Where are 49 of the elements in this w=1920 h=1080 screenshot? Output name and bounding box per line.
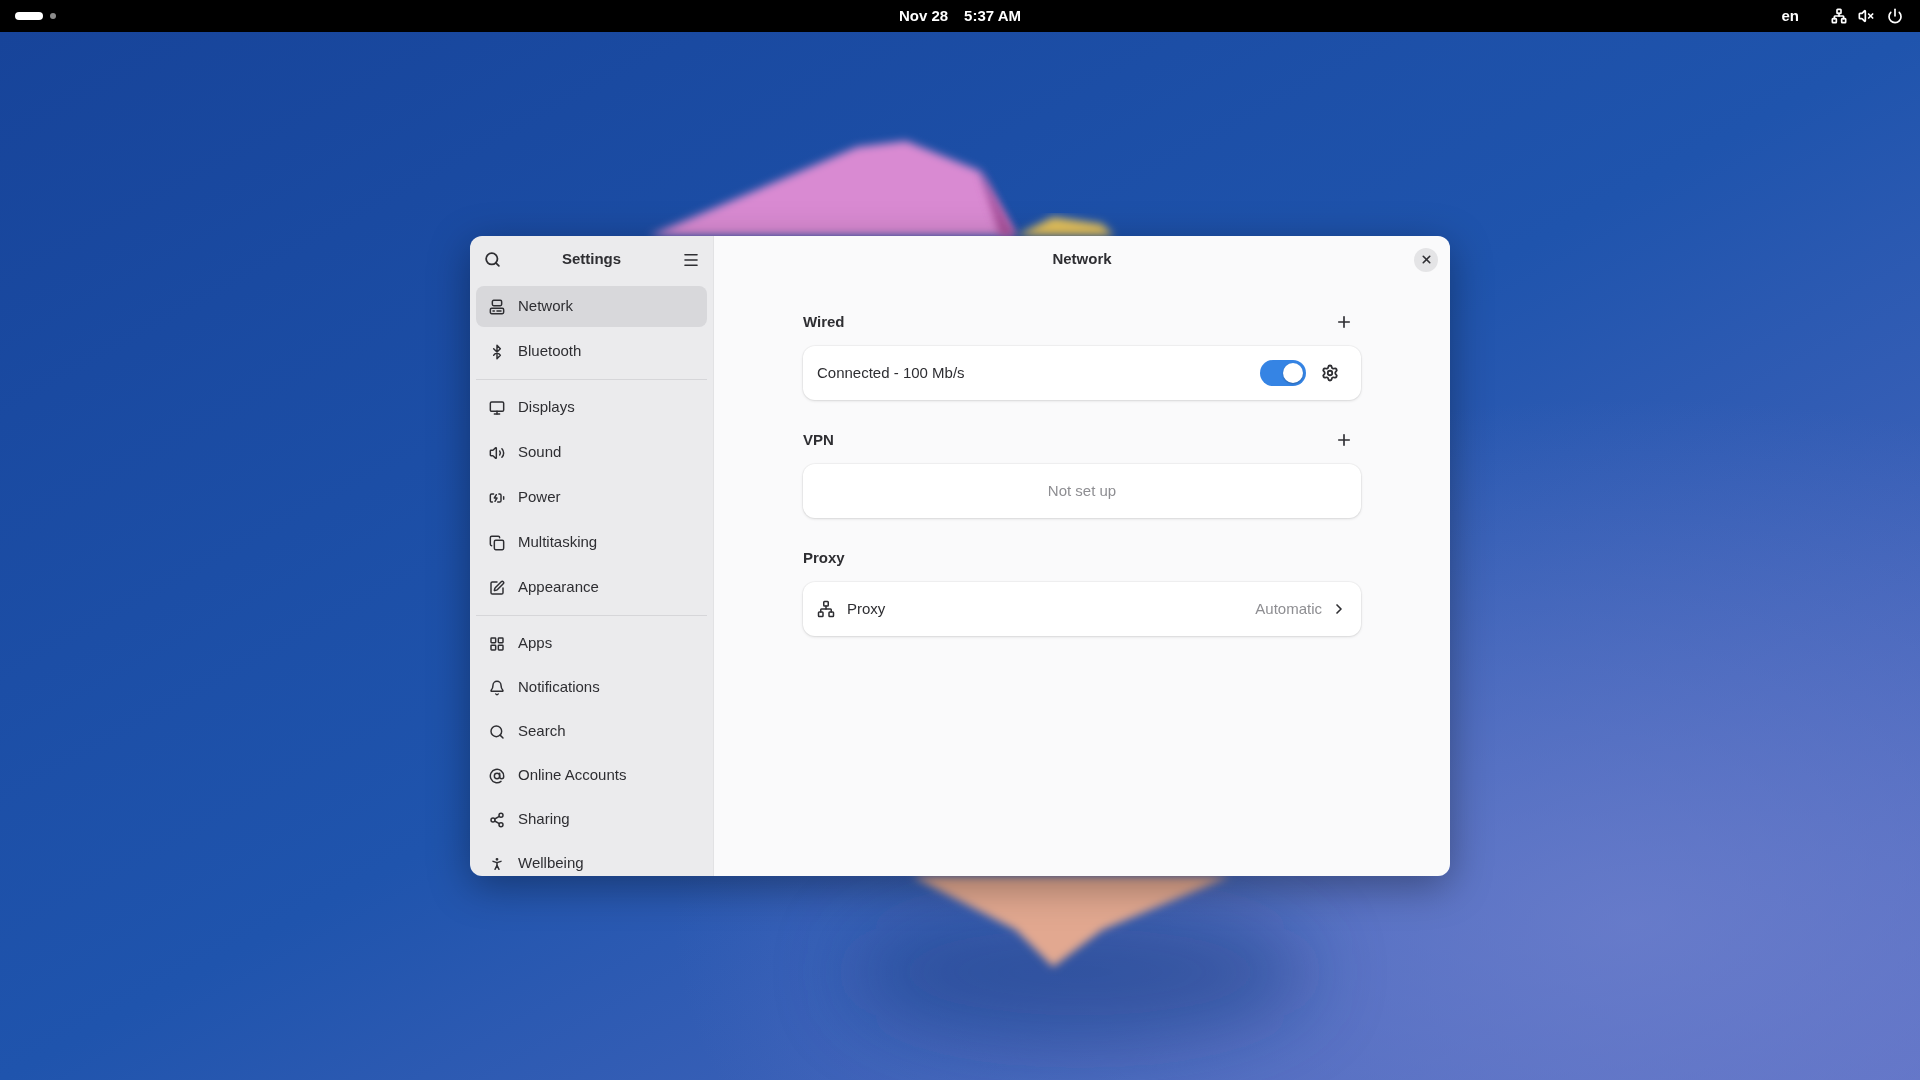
square-pen-icon <box>489 579 505 596</box>
person-icon <box>489 855 505 872</box>
section-heading: Wired <box>803 311 845 332</box>
clock-date[interactable]: Nov 28 <box>898 4 949 28</box>
sidebar-item[interactable]: Appearance <box>476 567 707 608</box>
plus-icon <box>1335 431 1353 449</box>
toggle-switch[interactable] <box>1260 360 1306 386</box>
sidebar-item[interactable]: Sound <box>476 432 707 473</box>
close-button[interactable] <box>1414 247 1438 272</box>
at-sign-icon <box>489 767 505 784</box>
search-icon <box>483 251 501 268</box>
network-icon <box>817 600 835 618</box>
computer-icon <box>489 298 505 315</box>
sidebar-item[interactable]: Wellbeing <box>476 843 707 876</box>
network-icon[interactable] <box>1831 8 1847 24</box>
share-icon <box>489 811 505 828</box>
sidebar-item[interactable]: Apps <box>476 623 707 664</box>
empty-status-text: Not set up <box>1047 480 1117 501</box>
section-heading: VPN <box>803 429 834 450</box>
bell-icon <box>489 679 505 696</box>
gear-icon <box>1321 364 1339 382</box>
search-icon <box>489 723 505 740</box>
sidebar-item[interactable]: Displays <box>476 387 707 428</box>
sidebar-item[interactable]: Network <box>476 286 707 327</box>
workspace-indicator[interactable] <box>50 13 56 19</box>
sidebar-item[interactable]: Sharing <box>476 799 707 840</box>
clock-time[interactable]: 5:37 AM <box>964 4 1022 28</box>
workspace-indicator[interactable] <box>15 12 43 20</box>
close-icon <box>1419 253 1433 266</box>
row-label: Connected - 100 Mb/s <box>817 362 965 383</box>
row-label: Proxy <box>847 598 886 619</box>
sidebar-item[interactable]: Search <box>476 711 707 752</box>
monitor-icon <box>489 399 505 416</box>
sidebar-title: Settings <box>561 249 622 270</box>
grid-icon <box>489 635 505 652</box>
sidebar-item[interactable]: Multitasking <box>476 522 707 563</box>
sidebar-item[interactable]: Notifications <box>476 667 707 708</box>
section-heading: Proxy <box>803 547 845 568</box>
keyboard-layout-indicator[interactable]: en <box>1781 4 1799 28</box>
speaker-muted-icon[interactable] <box>1858 8 1874 24</box>
power-icon[interactable] <box>1887 8 1903 24</box>
speaker-icon <box>489 444 505 461</box>
sidebar-item[interactable]: Bluetooth <box>476 331 707 372</box>
sidebar-item[interactable]: Power <box>476 477 707 518</box>
overlapping-squares-icon <box>489 534 505 551</box>
sidebar-item[interactable]: Online Accounts <box>476 755 707 796</box>
plus-icon <box>1335 313 1353 331</box>
row-value: Automatic <box>1255 598 1322 619</box>
page-title: Network <box>1052 249 1112 270</box>
